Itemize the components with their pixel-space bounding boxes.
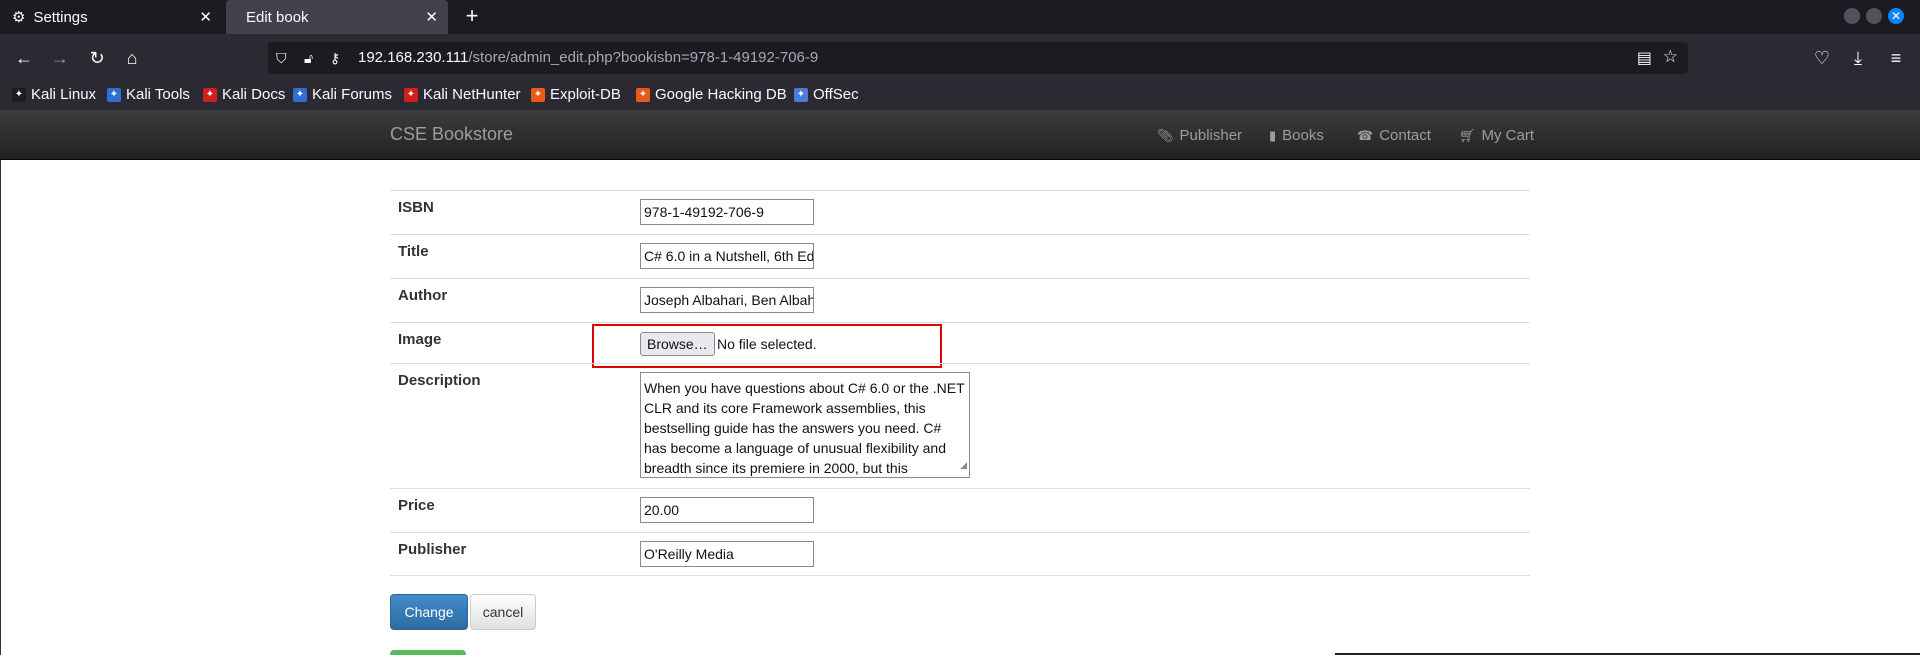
ghdb-icon: ✦ <box>636 87 650 102</box>
nav-label: Books <box>1282 127 1324 144</box>
url-text[interactable]: 192.168.230.111/store/admin_edit.php?boo… <box>358 49 818 66</box>
resize-handle-icon[interactable]: ◢ <box>960 455 967 475</box>
home-icon[interactable]: ⌂ <box>120 46 144 70</box>
table-row: ISBN <box>390 190 1530 234</box>
url-path: /store/admin_edit.php?bookisbn=978-1-491… <box>468 49 819 66</box>
price-input[interactable]: 20.00 <box>640 497 814 523</box>
bookmark-label: Kali Forums <box>312 86 393 103</box>
nethunter-icon: ✦ <box>404 87 418 102</box>
lock-icon[interactable]: 🔓︎ <box>304 48 313 68</box>
isbn-input[interactable]: 978-1-49192-706-9 <box>640 199 814 225</box>
file-status-text: No file selected. <box>717 336 817 352</box>
bookmark-label: Kali Docs <box>222 86 286 103</box>
pocket-icon[interactable]: ♡ <box>1810 46 1834 70</box>
shield-icon[interactable]: ⛉ <box>276 48 287 68</box>
bookmark-star-icon[interactable]: ☆ <box>1663 47 1678 67</box>
green-button-partial[interactable] <box>390 650 466 655</box>
kali-docs-icon: ✦ <box>203 87 217 102</box>
reload-icon[interactable]: ↻ <box>85 46 109 70</box>
cancel-button[interactable]: cancel <box>470 594 536 630</box>
description-textarea[interactable]: When you have questions about C# 6.0 or … <box>640 372 970 478</box>
image-label: Image <box>398 331 442 348</box>
window-maximize-button[interactable] <box>1866 8 1882 24</box>
cart-icon: 🛒︎ <box>1459 127 1476 143</box>
browser-nav-bar: ← → ↻ ⌂ ⛉ 🔓︎ ⚷ 192.168.230.111/store/adm… <box>0 34 1920 82</box>
description-label: Description <box>398 372 481 389</box>
title-input[interactable]: C# 6.0 in a Nutshell, 6th Edition <box>640 243 814 269</box>
bookmark-label: OffSec <box>813 86 859 103</box>
table-row: Publisher <box>390 532 1530 576</box>
reader-view-icon[interactable]: ▤ <box>1637 48 1652 68</box>
brand-link[interactable]: CSE Bookstore <box>390 124 513 145</box>
kali-icon: ✦ <box>12 87 26 102</box>
hamburger-menu-icon[interactable]: ≡ <box>1884 46 1908 70</box>
bookmark-label: Kali Linux <box>31 86 97 103</box>
author-label: Author <box>398 287 448 304</box>
bookmark-kali-linux[interactable]: ✦ Kali Linux <box>12 86 96 103</box>
nav-label: Publisher <box>1179 127 1243 144</box>
exploitdb-icon: ✦ <box>531 87 545 102</box>
tab-label: Edit book <box>246 8 309 26</box>
close-icon[interactable]: ✕ <box>199 8 212 26</box>
phone-icon: ☎ <box>1357 127 1374 143</box>
close-icon[interactable]: ✕ <box>425 8 438 26</box>
change-button[interactable]: Change <box>390 594 468 630</box>
price-label: Price <box>398 497 435 514</box>
page-border <box>0 160 1 655</box>
forward-arrow-icon[interactable]: → <box>48 46 72 70</box>
table-row: Price <box>390 488 1530 532</box>
kali-tools-icon: ✦ <box>107 87 121 102</box>
browse-button[interactable]: Browse… <box>640 332 715 356</box>
nav-books-link[interactable]: ▮ Books <box>1269 127 1324 144</box>
nav-label: Contact <box>1379 127 1431 144</box>
window-close-button[interactable]: ✕ <box>1888 8 1904 24</box>
site-navbar: CSE Bookstore 📎︎ Publisher ▮ Books ☎ Contac… <box>0 110 1920 160</box>
nav-label: My Cart <box>1481 127 1535 144</box>
download-icon[interactable]: ⤓ <box>1846 46 1870 70</box>
description-text: When you have questions about C# 6.0 or … <box>644 380 965 476</box>
bookmark-offsec[interactable]: ✦ OffSec <box>794 86 859 103</box>
book-icon: ▮ <box>1269 127 1277 143</box>
url-host: 192.168.230.111 <box>358 49 469 66</box>
new-tab-icon[interactable]: + <box>460 4 484 28</box>
gear-icon: ⚙ <box>12 9 26 26</box>
table-row: Title <box>390 234 1530 278</box>
bookmarks-bar: ✦ Kali Linux ✦ Kali Tools ✦ Kali Docs ✦ Kali… <box>0 82 1920 110</box>
isbn-label: ISBN <box>398 199 434 216</box>
bookmark-kali-tools[interactable]: ✦ Kali Tools <box>107 86 190 103</box>
title-label: Title <box>398 243 429 260</box>
author-input[interactable]: Joseph Albahari, Ben Albahari <box>640 287 814 313</box>
key-icon[interactable]: ⚷ <box>330 48 340 68</box>
paperclip-icon: 📎︎ <box>1157 127 1174 143</box>
bookmark-ghdb[interactable]: ✦ Google Hacking DB <box>636 86 787 103</box>
bookmark-label: Google Hacking DB <box>655 86 787 103</box>
bookmark-label: Kali NetHunter <box>423 86 521 103</box>
table-row: Image <box>390 322 1530 363</box>
publisher-label: Publisher <box>398 541 467 558</box>
publisher-input[interactable]: O'Reilly Media <box>640 541 814 567</box>
bookmark-label: Kali Tools <box>126 86 190 103</box>
table-row: Author <box>390 278 1530 322</box>
bookmark-kali-docs[interactable]: ✦ Kali Docs <box>203 86 285 103</box>
browser-tab-bar: ⚙ Settings ✕ Edit book ✕ + ✕ <box>0 0 1920 34</box>
bookmark-kali-nethunter[interactable]: ✦ Kali NetHunter <box>404 86 521 103</box>
address-bar[interactable]: ⛉ 🔓︎ ⚷ 192.168.230.111/store/admin_edit.… <box>268 42 1688 74</box>
bookmark-exploit-db[interactable]: ✦ Exploit-DB <box>531 86 621 103</box>
bookmark-kali-forums[interactable]: ✦ Kali Forums <box>293 86 392 103</box>
window-minimize-button[interactable] <box>1844 8 1860 24</box>
nav-cart-link[interactable]: 🛒︎ My Cart <box>1459 127 1534 144</box>
nav-publisher-link[interactable]: 📎︎ Publisher <box>1157 127 1242 144</box>
kali-forums-icon: ✦ <box>293 87 307 102</box>
tab-label: Settings <box>33 8 88 26</box>
tab-settings[interactable]: ⚙ Settings ✕ <box>0 0 222 34</box>
back-arrow-icon[interactable]: ← <box>12 46 36 70</box>
bookmark-label: Exploit-DB <box>550 86 621 103</box>
offsec-icon: ✦ <box>794 87 808 102</box>
nav-contact-link[interactable]: ☎ Contact <box>1357 127 1431 144</box>
tab-edit-book[interactable]: Edit book ✕ <box>226 0 448 34</box>
